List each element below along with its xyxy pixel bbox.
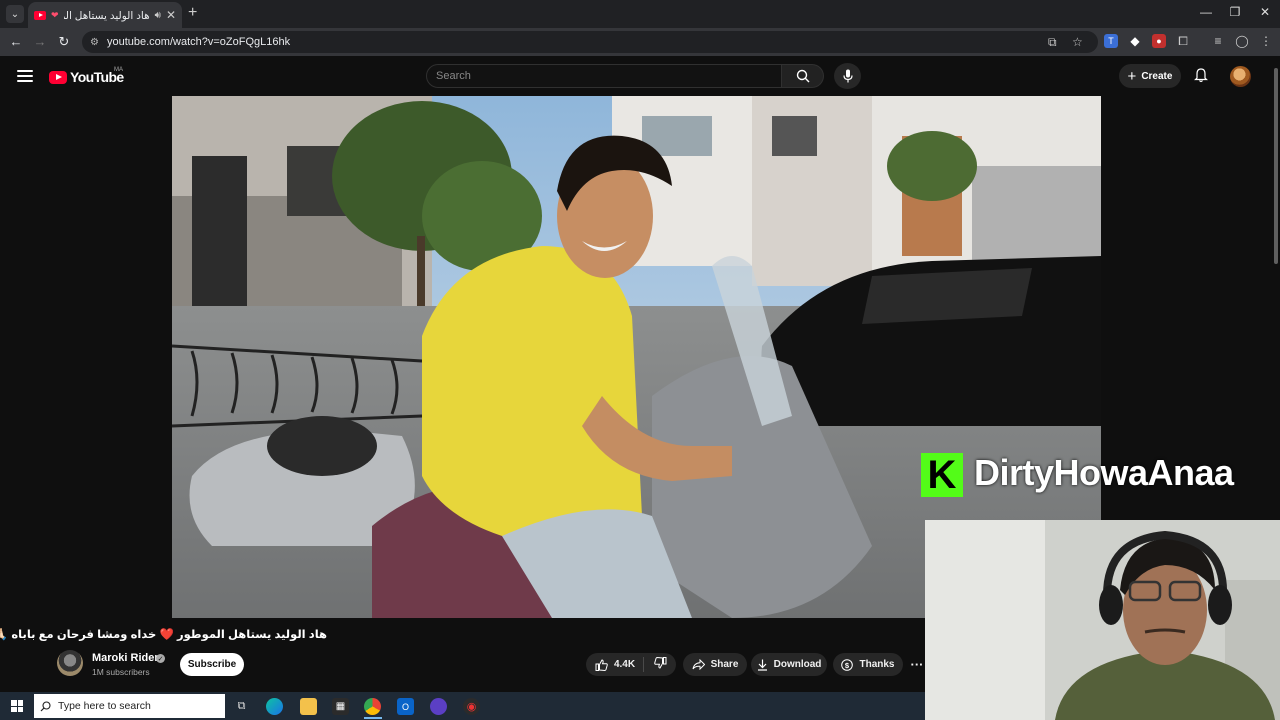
share-button[interactable]: Share <box>683 653 747 676</box>
install-app-icon[interactable]: ⧉ <box>1048 35 1057 50</box>
more-actions-button[interactable]: ··· <box>908 653 926 676</box>
share-label: Share <box>710 659 739 670</box>
verified-check-icon: ✓ <box>156 654 165 663</box>
tab-close-icon[interactable]: ✕ <box>166 8 176 22</box>
share-arrow-icon <box>692 659 705 670</box>
outlook-icon[interactable]: O <box>397 698 414 715</box>
dislike-button[interactable] <box>650 656 667 672</box>
recording-app-icon[interactable]: ◉ <box>463 698 480 715</box>
tab-title: هاد الوليد يستاهل الموطور ❤️ خداه ومشا ف… <box>64 9 150 22</box>
download-label: Download <box>773 659 822 670</box>
forward-arrow-icon[interactable]: → <box>32 34 48 49</box>
extensions-puzzle-icon[interactable]: ⧠ <box>1176 34 1190 48</box>
chrome-browser-icon[interactable] <box>364 698 381 715</box>
url-text[interactable]: youtube.com/watch?v=oZoFQgL16hk <box>107 36 290 48</box>
browser-tab-bar: ⌄ ❤ هاد الوليد يستاهل الموطور ❤️ خداه وم… <box>0 0 1280 28</box>
browser-menu-icon[interactable]: ⋮ <box>1259 34 1273 48</box>
browser-toolbar: ← → ↻ ⚙ youtube.com/watch?v=oZoFQgL16hk … <box>0 28 1280 56</box>
thanks-button[interactable]: $ Thanks <box>833 653 903 676</box>
microphone-icon <box>842 69 853 83</box>
channel-avatar[interactable] <box>57 650 83 676</box>
user-avatar[interactable] <box>1230 66 1251 87</box>
translate-extension-icon[interactable]: T <box>1104 34 1118 48</box>
like-dislike-group: 4.4K <box>586 653 676 676</box>
subscribe-button[interactable]: Subscribe <box>180 653 244 676</box>
back-arrow-icon[interactable]: ← <box>8 34 24 49</box>
audio-playing-icon[interactable]: 🔊︎ <box>155 10 161 21</box>
search-box[interactable] <box>426 64 782 88</box>
messenger-icon[interactable] <box>430 698 447 715</box>
download-icon <box>757 659 767 671</box>
hamburger-menu-icon[interactable] <box>17 70 33 82</box>
channel-name[interactable]: Maroki Rider <box>92 652 159 664</box>
task-view-icon[interactable]: ⧉ <box>233 698 250 715</box>
search-button[interactable] <box>782 64 824 88</box>
heart-icon: ❤ <box>51 9 59 20</box>
streamer-username: DirtyHowaAnaa <box>974 452 1234 493</box>
taskbar-search-box[interactable]: Type here to search <box>34 694 225 718</box>
webcam-image <box>925 520 1280 720</box>
webcam-feed <box>925 520 1280 720</box>
kick-logo-icon: K <box>921 453 963 497</box>
taskbar-search-placeholder: Type here to search <box>58 700 151 712</box>
video-title: هاد الوليد يستاهل الموطور ❤️ خداه ومشا ف… <box>0 629 327 641</box>
svg-text:$: $ <box>845 660 850 669</box>
windows-start-icon[interactable] <box>11 700 23 712</box>
taskbar-search-icon <box>40 700 51 711</box>
like-button[interactable]: 4.4K <box>595 657 645 672</box>
browser-tab-active[interactable]: ❤ هاد الوليد يستاهل الموطور ❤️ خداه ومشا… <box>28 2 182 28</box>
scrollbar-thumb[interactable] <box>1274 68 1278 264</box>
create-button[interactable]: + Create <box>1119 64 1181 88</box>
download-button[interactable]: Download <box>751 653 827 676</box>
file-explorer-icon[interactable] <box>300 698 317 715</box>
notifications-bell-icon[interactable] <box>1194 68 1208 88</box>
youtube-favicon-icon <box>34 10 46 20</box>
edge-browser-icon[interactable] <box>266 698 283 715</box>
search-icon <box>796 69 809 83</box>
country-code: MA <box>114 67 123 73</box>
thanks-label: Thanks <box>859 659 895 670</box>
reading-list-icon[interactable]: ≡ <box>1211 34 1225 48</box>
thumbs-down-icon <box>654 656 667 669</box>
thumbs-up-icon <box>595 658 608 671</box>
create-label: Create <box>1141 70 1173 82</box>
restore-button[interactable]: ❐ <box>1220 5 1250 19</box>
microsoft-store-icon[interactable]: ▦ <box>332 698 349 715</box>
search-input[interactable] <box>436 70 781 82</box>
plus-icon: + <box>1127 67 1137 85</box>
address-bar[interactable]: ⚙ youtube.com/watch?v=oZoFQgL16hk ⧉ ☆ <box>82 31 1098 53</box>
voice-search-button[interactable] <box>834 63 861 89</box>
bookmark-star-icon[interactable]: ☆ <box>1072 35 1083 49</box>
windows-taskbar: Type here to search ⧉ ▦ O ◉ <box>0 692 925 720</box>
minimize-button[interactable]: — <box>1191 5 1221 19</box>
site-info-icon[interactable]: ⚙ <box>90 37 99 48</box>
diamond-extension-icon[interactable]: ◆ <box>1128 34 1142 48</box>
youtube-play-logo-icon <box>49 70 67 84</box>
reload-icon[interactable]: ↻ <box>56 34 72 50</box>
thanks-dollar-icon: $ <box>841 658 854 671</box>
close-window-button[interactable]: ✕ <box>1250 5 1280 19</box>
tab-search-button[interactable]: ⌄ <box>6 5 24 23</box>
profile-icon[interactable]: ◯ <box>1235 34 1249 48</box>
youtube-header: YouTube MA + Create <box>0 56 1280 96</box>
subscriber-count: 1M subscribers <box>92 667 150 677</box>
like-count: 4.4K <box>613 659 636 670</box>
active-app-indicator <box>364 717 382 719</box>
red-extension-icon[interactable]: ● <box>1152 34 1166 48</box>
new-tab-button[interactable]: + <box>188 4 197 22</box>
youtube-logo[interactable]: YouTube <box>49 69 124 85</box>
